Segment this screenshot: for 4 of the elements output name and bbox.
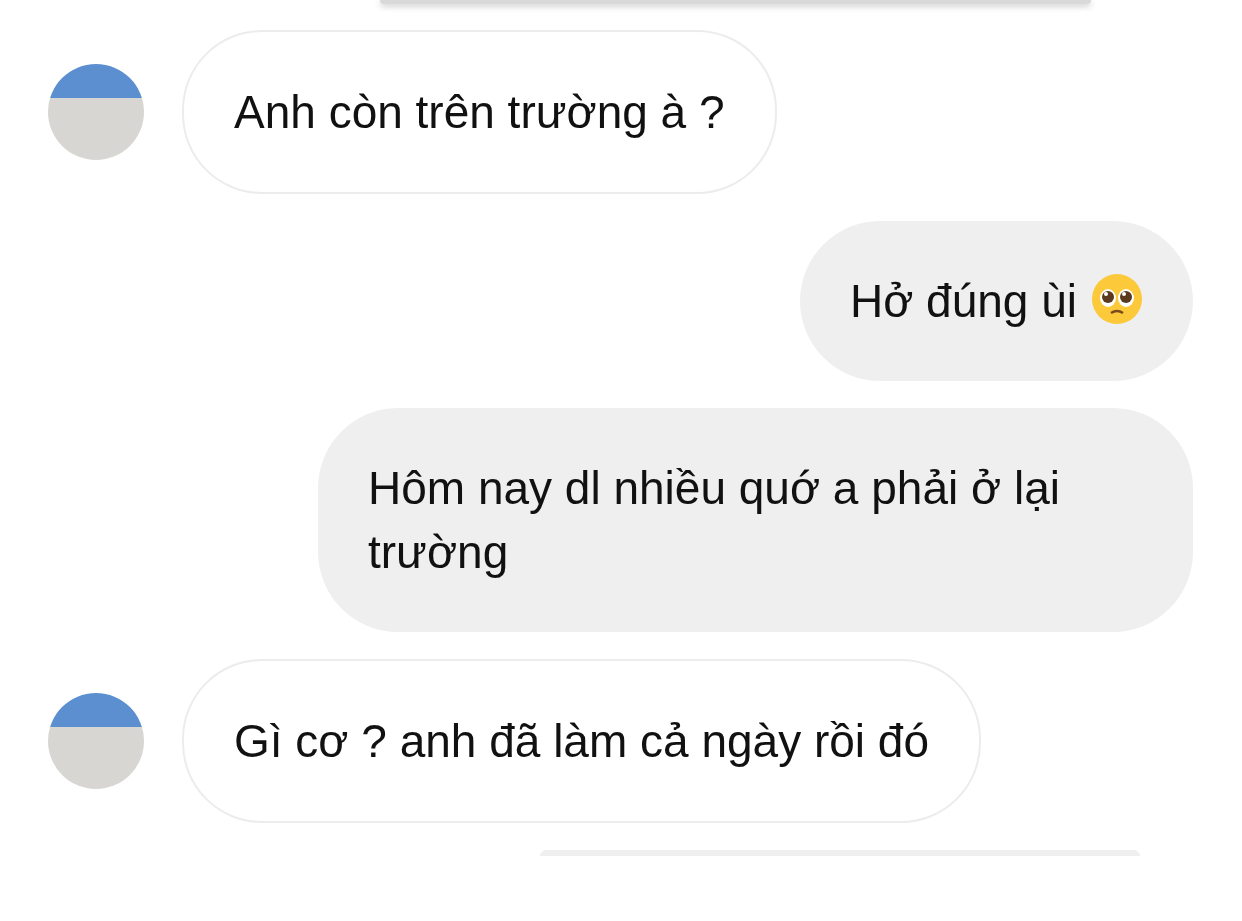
message-text: Hở đúng ùi <box>849 275 1077 327</box>
message-text: Gì cơ ? anh đã làm cả ngày rồi đó <box>234 715 929 767</box>
message-text: Hôm nay dl nhiều quớ a phải ở lại trường <box>368 462 1060 578</box>
message-text: Anh còn trên trường à ? <box>234 86 725 138</box>
